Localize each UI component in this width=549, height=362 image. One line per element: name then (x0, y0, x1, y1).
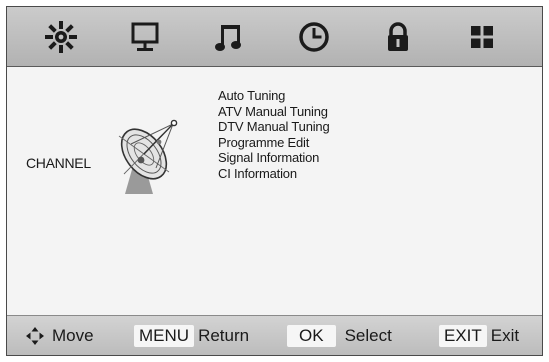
menu-item-signal-information[interactable]: Signal Information (218, 150, 330, 166)
satellite-dish-icon (118, 119, 178, 194)
tab-picture[interactable] (34, 7, 88, 66)
tab-screen[interactable] (118, 7, 172, 66)
clock-icon (299, 21, 329, 52)
tab-lock[interactable] (371, 7, 425, 66)
music-note-icon (215, 24, 241, 51)
tab-setup[interactable] (455, 7, 509, 66)
ok-key[interactable]: OK (287, 324, 336, 347)
grid-icon (471, 25, 493, 48)
section-title: CHANNEL (26, 155, 91, 171)
hint-return-label: Return (198, 325, 250, 345)
four-way-arrow-icon (26, 326, 44, 345)
category-tab-bar (7, 7, 542, 67)
menu-item-auto-tuning[interactable]: Auto Tuning (218, 88, 330, 104)
hint-move-label: Move (52, 325, 94, 345)
tab-time[interactable] (287, 7, 341, 66)
hint-exit: EXIT Exit (439, 316, 519, 355)
hint-move: Move (26, 316, 94, 355)
monitor-icon (131, 22, 159, 51)
menu-item-ci-information[interactable]: CI Information (218, 166, 330, 182)
menu-content-area: CHANNEL Auto Tuning ATV Manual Tuning DT… (7, 67, 542, 316)
menu-item-dtv-manual-tuning[interactable]: DTV Manual Tuning (218, 119, 330, 135)
hint-return: MENU Return (134, 316, 249, 355)
hint-select: OK Select (287, 316, 392, 355)
channel-menu-list: Auto Tuning ATV Manual Tuning DTV Manual… (218, 88, 330, 182)
picture-sun-icon (45, 20, 77, 53)
menu-item-programme-edit[interactable]: Programme Edit (218, 135, 330, 151)
tab-sound[interactable] (202, 7, 256, 66)
exit-key[interactable]: EXIT (439, 324, 487, 347)
menu-item-atv-manual-tuning[interactable]: ATV Manual Tuning (218, 104, 330, 120)
hint-select-label: Select (344, 325, 392, 345)
key-hint-bar: Move MENU Return OK Select EXIT Exit (7, 316, 542, 355)
hint-exit-label: Exit (490, 325, 520, 345)
menu-key[interactable]: MENU (134, 324, 195, 347)
channel-menu-window: CHANNEL Auto Tuning ATV Manual Tuning DT… (6, 6, 543, 356)
lock-icon (388, 21, 408, 51)
